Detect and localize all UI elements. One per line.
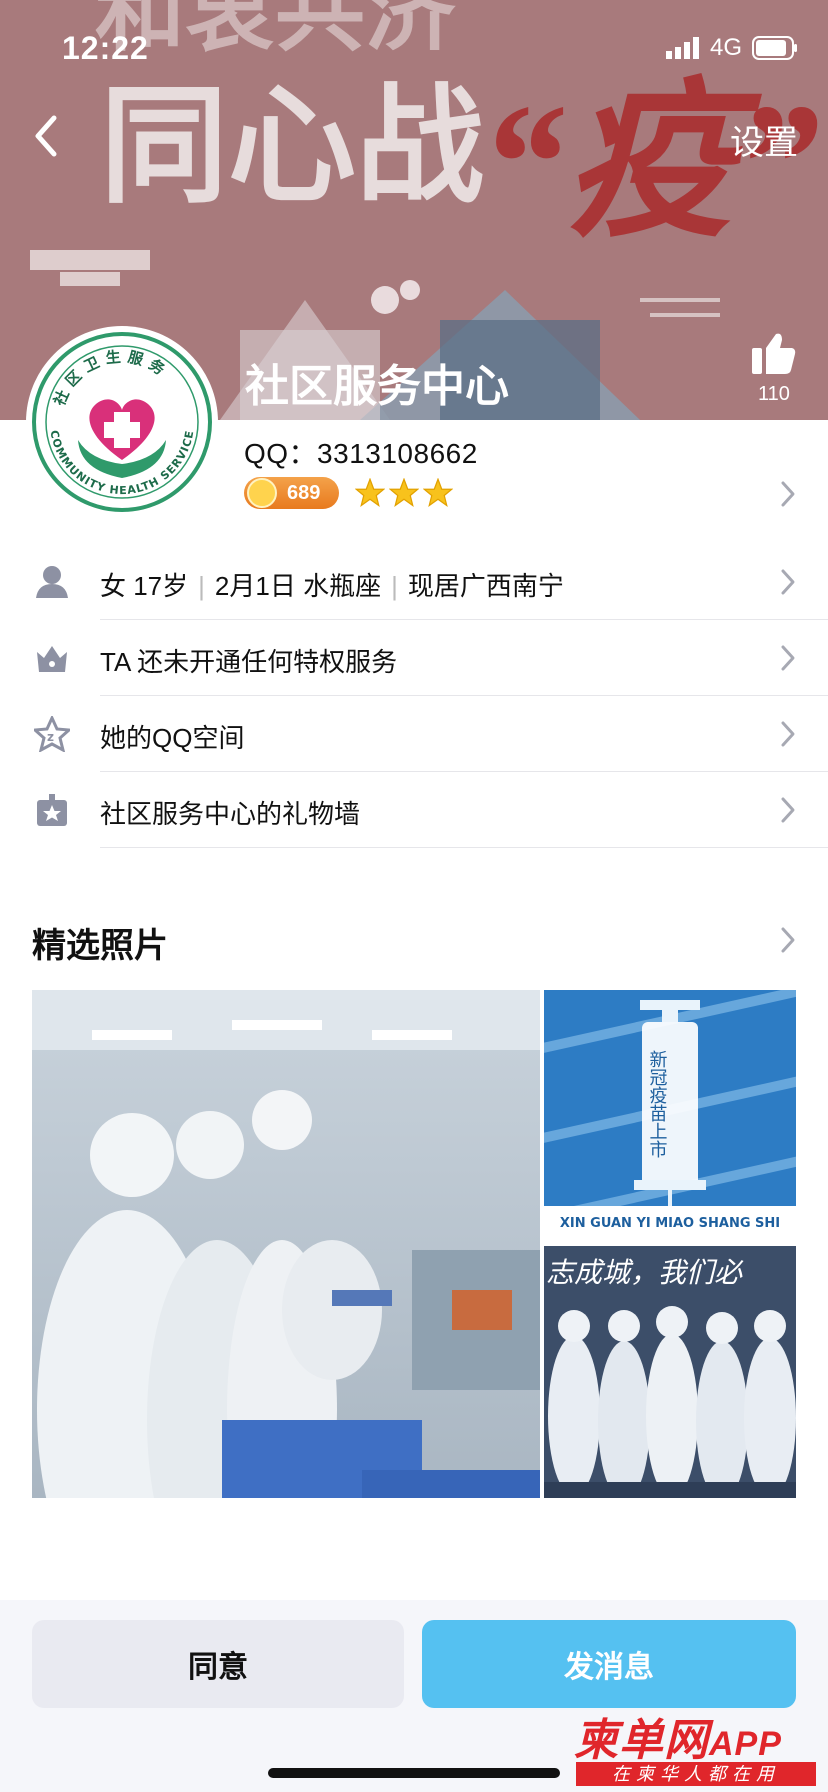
- photo-medical-team[interactable]: 志成城，我们必: [544, 1246, 796, 1498]
- chevron-right-icon[interactable]: [778, 924, 798, 956]
- team-banner-text: 志成城，我们必: [546, 1256, 744, 1289]
- info-row-basic[interactable]: 女 17岁 | 2月1日 水瓶座 | 现居广西南宁: [0, 544, 828, 620]
- row-divider: [100, 847, 828, 848]
- level-badges[interactable]: 689: [244, 477, 453, 509]
- back-icon[interactable]: [28, 110, 68, 162]
- like-count: 110: [758, 383, 790, 405]
- chevron-right-icon: [781, 797, 795, 823]
- battery-icon: [752, 36, 797, 60]
- basic-info: 女 17岁 | 2月1日 水瓶座 | 现居广西南宁: [100, 566, 564, 603]
- coin-icon: [247, 478, 277, 508]
- info-row-qzone[interactable]: z 她的QQ空间: [0, 696, 828, 772]
- crown-icon: [37, 646, 67, 672]
- featured-photos-title: 精选照片: [32, 927, 168, 965]
- star-icon: [389, 478, 419, 507]
- chevron-right-icon: [781, 721, 795, 747]
- gender-age: 女 17岁: [100, 571, 189, 601]
- divider: |: [391, 571, 398, 601]
- profile-name: 社区服务中心: [245, 362, 509, 411]
- status-time: 12:22: [62, 30, 149, 66]
- avatar[interactable]: 社区卫生服务 COMMUNITY HEALTH SERVICE: [30, 330, 214, 514]
- watermark-title: 柬单网: [574, 1716, 709, 1765]
- info-list: 女 17岁 | 2月1日 水瓶座 | 现居广西南宁 TA 还未开通任何特权服务 z 她的…: [0, 544, 828, 848]
- coin-badge: 689: [244, 477, 339, 509]
- status-indicators: 4G: [665, 34, 798, 62]
- qq-number: QQ：3313108662: [244, 438, 478, 469]
- vaccine-pinyin-text: XIN GUAN YI MIAO SHANG SHI: [560, 1216, 780, 1231]
- divider: |: [198, 571, 205, 601]
- chevron-right-icon: [781, 569, 795, 595]
- thumbs-up-icon: [752, 333, 796, 374]
- photo-vaccine-poster[interactable]: 新冠疫苗上市 XIN GUAN YI MIAO SHANG SHI: [544, 990, 796, 1238]
- gift-icon: [37, 794, 67, 826]
- svg-text:z: z: [47, 730, 54, 744]
- qzone-star-icon: z: [34, 716, 70, 752]
- cellular-signal-icon: [665, 37, 699, 59]
- home-indicator[interactable]: [268, 1768, 560, 1778]
- watermark-app: APP: [709, 1725, 782, 1763]
- vaccine-vertical-text: 新冠疫苗上市: [647, 1050, 668, 1158]
- watermark-subtitle: 在柬华人都在用: [576, 1762, 816, 1786]
- settings-button[interactable]: 设置: [730, 115, 798, 164]
- chevron-right-icon[interactable]: [778, 478, 798, 510]
- info-row-gift-wall[interactable]: 社区服务中心的礼物墙: [0, 772, 828, 848]
- chevron-right-icon: [781, 645, 795, 671]
- send-message-button[interactable]: 发消息: [422, 1620, 796, 1708]
- qzone-label: 她的QQ空间: [100, 723, 245, 753]
- person-icon: [36, 566, 68, 598]
- like-button[interactable]: 110: [748, 332, 800, 406]
- coin-value: 689: [287, 481, 321, 504]
- cover-line-1: 和衷共济: [95, 0, 456, 62]
- birthday: 2月1日 水瓶座: [214, 571, 382, 601]
- level-stars: [355, 478, 453, 508]
- star-icon: [355, 478, 385, 507]
- cover-line-2: 同心战: [100, 75, 484, 218]
- bottom-action-bar: 同意 发消息 柬单网APP 在柬华人都在用: [0, 1600, 828, 1792]
- location: 现居广西南宁: [407, 571, 564, 601]
- gift-wall-label: 社区服务中心的礼物墙: [100, 799, 361, 829]
- privileges-label: TA 还未开通任何特权服务: [100, 647, 398, 677]
- photo-factory-workers[interactable]: [32, 990, 540, 1498]
- watermark-logo: 柬单网APP: [574, 1704, 782, 1768]
- agree-button[interactable]: 同意: [32, 1620, 404, 1708]
- star-icon: [423, 478, 453, 507]
- community-health-logo-icon: 社区卫生服务 COMMUNITY HEALTH SERVICE: [32, 332, 212, 512]
- network-type: 4G: [709, 34, 742, 61]
- info-row-privileges[interactable]: TA 还未开通任何特权服务: [0, 620, 828, 696]
